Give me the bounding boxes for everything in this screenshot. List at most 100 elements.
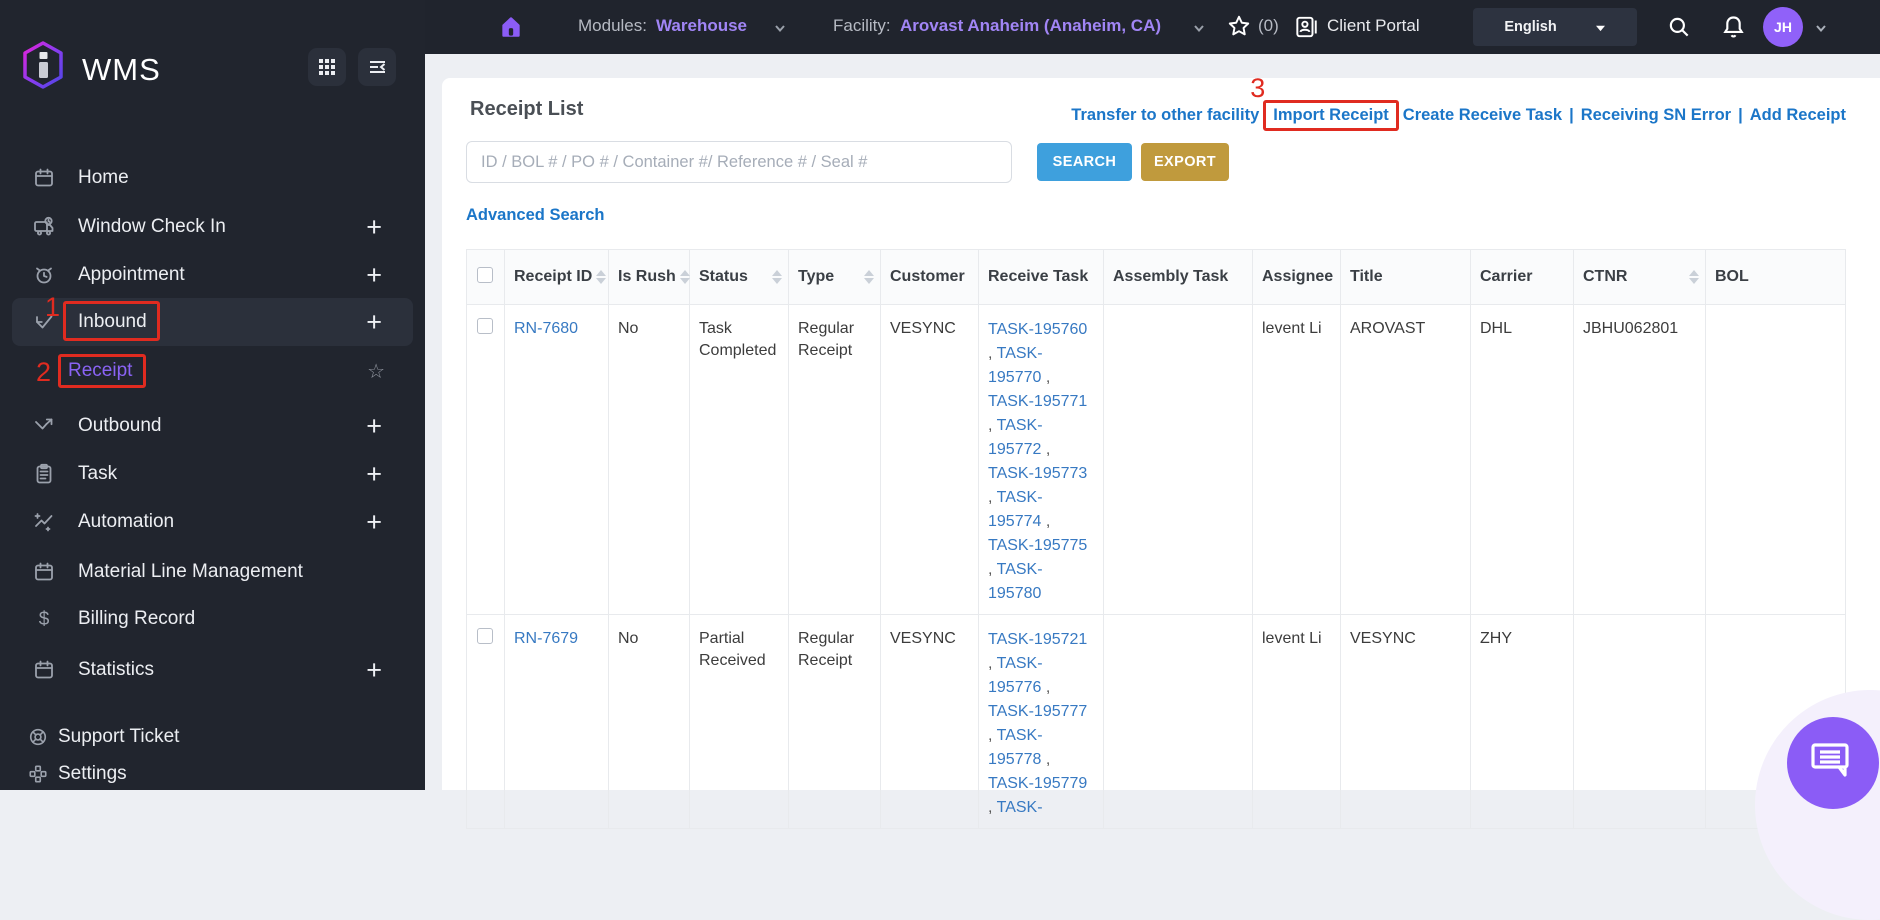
receive-task-link[interactable]: TASK- <box>997 489 1043 506</box>
sort-icon[interactable] <box>768 270 782 284</box>
receive-task-link[interactable]: TASK-195771 <box>988 393 1087 410</box>
language-select[interactable]: English <box>1473 8 1637 46</box>
receive-task-link[interactable]: TASK-195777 <box>988 703 1087 720</box>
column-header-is-rush[interactable]: Is Rush <box>608 249 690 305</box>
select-all-checkbox[interactable] <box>477 266 493 283</box>
expand-plus-icon[interactable]: + <box>366 461 382 488</box>
expand-plus-icon[interactable]: + <box>366 309 382 336</box>
cell-customer: VESYNC <box>880 614 979 829</box>
main-area: Receipt List Transfer to other facility 3… <box>425 54 1880 829</box>
receive-task-link[interactable]: TASK-195773 <box>988 465 1087 482</box>
column-header-status[interactable]: Status <box>689 249 789 305</box>
sort-icon[interactable] <box>676 270 690 284</box>
action-link-create-receive-task[interactable]: Create Receive Task <box>1403 106 1562 124</box>
action-link-add-receipt[interactable]: Add Receipt <box>1750 106 1846 124</box>
sidebar-item-receipt[interactable]: Receipt ☆ <box>0 347 425 395</box>
facility-chevron-down-icon[interactable] <box>1192 21 1206 40</box>
expand-plus-icon[interactable]: + <box>366 509 382 536</box>
receive-task-link[interactable]: TASK- <box>997 655 1043 672</box>
row-checkbox[interactable] <box>477 318 493 334</box>
sidebar-item-automation[interactable]: Automation + <box>0 498 425 546</box>
receipt-list-card: Receipt List Transfer to other facility 3… <box>442 73 1880 829</box>
home-icon[interactable] <box>498 14 524 45</box>
modules-chevron-down-icon[interactable] <box>773 21 787 40</box>
expand-plus-icon[interactable]: + <box>366 413 382 440</box>
favorites-count: (0) <box>1258 16 1279 35</box>
favorites-star-icon[interactable] <box>1226 13 1252 44</box>
column-header-receipt-id[interactable]: Receipt ID <box>504 249 609 305</box>
row-checkbox[interactable] <box>477 628 493 644</box>
cell-ctnr <box>1573 614 1706 829</box>
sort-icon[interactable] <box>592 270 607 284</box>
client-portal-icon[interactable] <box>1293 14 1319 45</box>
receive-task-link[interactable]: 195770 <box>988 369 1041 386</box>
modules-value[interactable]: Warehouse <box>656 16 747 36</box>
action-separator: | <box>1569 106 1574 124</box>
column-header-ctnr[interactable]: CTNR <box>1573 249 1706 305</box>
receive-task-link[interactable]: 195780 <box>988 585 1041 602</box>
sidebar-item-label: Statistics <box>78 659 155 680</box>
receive-task-link[interactable]: TASK- <box>997 417 1043 434</box>
cell-assignee: levent Li <box>1252 614 1341 829</box>
receive-task-link[interactable]: TASK-195779 <box>988 775 1087 792</box>
sidebar-item-inbound[interactable]: Inbound + <box>12 298 413 346</box>
receive-task-link[interactable]: TASK- <box>997 727 1043 744</box>
cell-bol <box>1705 304 1846 615</box>
sidebar-item-home[interactable]: Home <box>0 154 425 202</box>
receive-task-link[interactable]: TASK-195760 <box>988 321 1087 338</box>
export-button[interactable]: EXPORT <box>1141 143 1229 181</box>
action-link-import-receipt[interactable]: Import Receipt <box>1273 106 1389 124</box>
receive-task-link[interactable]: 195772 <box>988 441 1041 458</box>
sidebar-item-task[interactable]: Task + <box>0 450 425 498</box>
sidebar-item-outbound[interactable]: Outbound + <box>0 402 425 450</box>
client-portal-label[interactable]: Client Portal <box>1327 16 1420 36</box>
sidebar-item-window-check-in[interactable]: Window Check In + <box>0 203 425 251</box>
receive-task-link[interactable]: TASK-195721 <box>988 631 1087 648</box>
search-button[interactable]: SEARCH <box>1037 143 1132 181</box>
sidebar-item-settings[interactable]: Settings <box>0 750 425 798</box>
favorite-star-icon[interactable]: ☆ <box>367 359 385 384</box>
search-input[interactable] <box>466 141 1012 183</box>
facility-value[interactable]: Arovast Anaheim (Anaheim, CA) <box>900 16 1161 36</box>
cell-carrier: DHL <box>1470 304 1574 615</box>
svg-text:$: $ <box>39 609 50 630</box>
receipt-id-link[interactable]: RN-7679 <box>514 630 578 647</box>
cell-title: VESYNC <box>1340 614 1471 829</box>
receive-task-link[interactable]: 195776 <box>988 679 1041 696</box>
receive-task-link[interactable]: 195778 <box>988 751 1041 768</box>
expand-plus-icon[interactable]: + <box>366 262 382 289</box>
cell-receive-task: TASK-195760, TASK- 195770 , TASK-195771, T… <box>978 304 1104 615</box>
advanced-search-link[interactable]: Advanced Search <box>466 206 604 225</box>
sidebar-item-billing-record[interactable]: $ Billing Record <box>0 595 425 643</box>
receipt-table-wrap: Receipt ID Is Rush Status Type Customer Recei… <box>466 249 1846 829</box>
avatar[interactable]: JH <box>1763 7 1803 47</box>
sidebar-item-material-line-management[interactable]: Material Line Management <box>0 548 425 596</box>
brand-name: WMS <box>82 52 161 87</box>
notification-bell-icon[interactable] <box>1720 13 1747 45</box>
sort-icon[interactable] <box>1685 270 1699 284</box>
profile-chevron-down-icon[interactable] <box>1814 21 1828 40</box>
receive-task-link[interactable]: TASK- <box>997 345 1043 362</box>
apps-grid-icon[interactable] <box>308 48 346 86</box>
action-link-transfer-to-other-facility[interactable]: Transfer to other facility <box>1071 106 1259 124</box>
sidebar-item-appointment[interactable]: Appointment + <box>0 251 425 299</box>
facility-label: Facility: <box>833 16 891 35</box>
receive-task-link[interactable]: 195774 <box>988 513 1041 530</box>
sort-icon[interactable] <box>860 270 874 284</box>
action-link-receiving-sn-error[interactable]: Receiving SN Error <box>1581 106 1731 124</box>
column-header-type[interactable]: Type <box>788 249 881 305</box>
receive-task-link[interactable]: TASK-195775 <box>988 537 1087 554</box>
receive-task-link[interactable]: TASK- <box>997 561 1043 578</box>
chat-fab-button[interactable] <box>1787 717 1879 809</box>
expand-plus-icon[interactable]: + <box>366 657 382 684</box>
receipt-id-link[interactable]: RN-7680 <box>514 320 578 337</box>
cell-customer: VESYNC <box>880 304 979 615</box>
sidebar-item-label: Window Check In <box>78 216 226 237</box>
collapse-sidebar-icon[interactable] <box>358 48 396 86</box>
header-action-links: Transfer to other facility 3 Import Receip… <box>1071 73 1846 131</box>
receive-task-link[interactable]: TASK- <box>997 799 1043 816</box>
expand-plus-icon[interactable]: + <box>366 214 382 241</box>
search-icon[interactable] <box>1666 14 1692 45</box>
sidebar-item-statistics[interactable]: Statistics + <box>0 646 425 694</box>
cell-status: Task Completed <box>689 304 789 615</box>
